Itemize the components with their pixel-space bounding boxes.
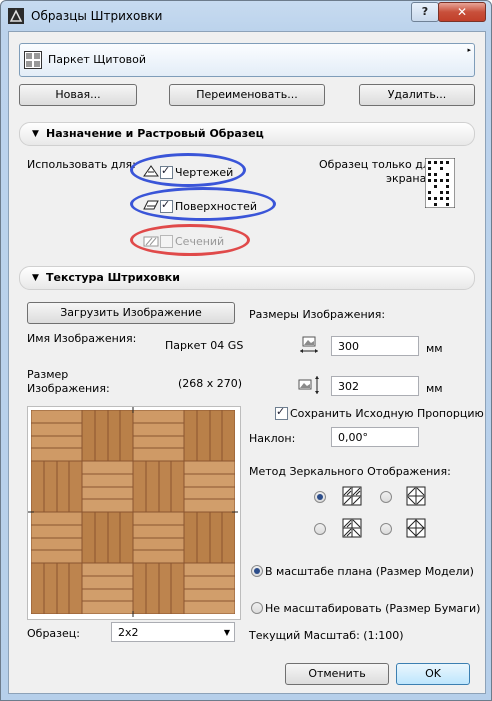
sections-checkbox[interactable] [160,235,173,248]
drawings-checkbox[interactable] [160,164,173,179]
parquet-texture-image [28,407,238,617]
keep-ratio-checkbox[interactable] [275,405,288,420]
drawing-fill-icon [143,165,159,177]
mirror-x-icon [406,486,426,506]
archicad-app-icon [8,8,24,24]
use-for-label: Использовать для: [27,158,136,171]
surface-fill-icon [143,200,159,210]
image-size-label-2: Изображения: [27,382,110,395]
new-button[interactable]: Новая... [19,84,137,106]
image-width-icon [300,336,318,353]
section-texture-title: Текстура Штриховки [46,271,180,284]
pattern-name: Паркет Щитовой [48,53,146,66]
mirror-method-title: Метод Зеркального Отображения: [249,465,451,478]
collapse-triangle-icon: ▼ [32,273,39,283]
mirror-none-icon [342,486,362,506]
sample-dropdown[interactable]: 2x2 ▼ [111,622,235,642]
image-size-value: (268 x 270) [178,377,243,390]
image-height-field[interactable]: 302 [331,376,419,396]
keep-ratio-label: Сохранить Исходную Пропорцию [290,407,484,420]
drawings-label: Чертежей [175,166,234,179]
height-unit: мм [426,382,443,395]
sections-label: Сечений [175,235,225,248]
chevron-down-icon: ▼ [223,628,230,637]
tilt-field[interactable]: 0,00° [331,427,419,447]
selector-arrow-icon: ▸ [467,46,471,54]
section-usage-header[interactable]: ▼ Назначение и Растровый Образец [19,122,475,146]
cancel-button[interactable]: Отменить [285,663,389,685]
tilt-label: Наклон: [249,432,296,445]
mirror-y-icon [342,518,362,538]
image-sizes-title: Размеры Изображения: [249,308,386,321]
section-fill-icon [143,236,159,247]
screen-sample-label-2: экрана: [386,172,431,185]
title-bar[interactable]: Образцы Штриховки ? ✕ [1,1,491,31]
image-name-label: Имя Изображения: [27,332,137,345]
section-usage-title: Назначение и Растровый Образец [46,127,264,140]
image-size-label-1: Размер [27,368,69,381]
no-scale-label: Не масштабировать (Размер Бумаги) [265,602,481,615]
section-texture-header[interactable]: ▼ Текстура Штриховки [19,266,475,290]
scale-model-radio[interactable] [251,565,263,577]
mirror-x-radio[interactable] [380,491,392,503]
parquet-pattern-icon [24,51,42,69]
screen-sample-label-1: Образец только для [319,158,437,171]
mirror-xy-icon [406,518,426,538]
delete-button[interactable]: Удалить... [359,84,475,106]
image-name-value: Паркет 04 GS [165,339,244,352]
no-scale-radio[interactable] [251,602,263,614]
dialog-client-area: Паркет Щитовой ▸ Новая... Переименовать.… [8,31,486,694]
dialog-window: Образцы Штриховки ? ✕ Паркет Щитовой ▸ Н… [0,0,492,701]
width-unit: мм [426,342,443,355]
rename-button[interactable]: Переименовать... [169,84,325,106]
scale-model-label: В масштабе плана (Размер Модели) [265,565,474,578]
surfaces-checkbox[interactable] [160,198,173,213]
screen-bitmap-pattern-icon[interactable] [425,158,455,208]
sample-value: 2x2 [118,626,139,639]
image-height-icon [298,376,319,394]
mirror-y-radio[interactable] [314,523,326,535]
image-width-field[interactable]: 300 [331,336,419,356]
ok-button[interactable]: OK [396,663,470,685]
window-title: Образцы Штриховки [31,9,163,23]
surfaces-label: Поверхностей [175,200,258,213]
mirror-xy-radio[interactable] [380,523,392,535]
current-scale-label: Текущий Масштаб: (1:100) [249,629,404,642]
pattern-selector[interactable]: Паркет Щитовой ▸ [19,43,475,77]
sample-label: Образец: [27,627,80,640]
close-button[interactable]: ✕ [438,2,486,22]
mirror-none-radio[interactable] [314,491,326,503]
load-image-button[interactable]: Загрузить Изображение [27,302,235,324]
texture-preview [27,406,241,620]
help-button[interactable]: ? [411,2,439,22]
collapse-triangle-icon: ▼ [32,129,39,139]
